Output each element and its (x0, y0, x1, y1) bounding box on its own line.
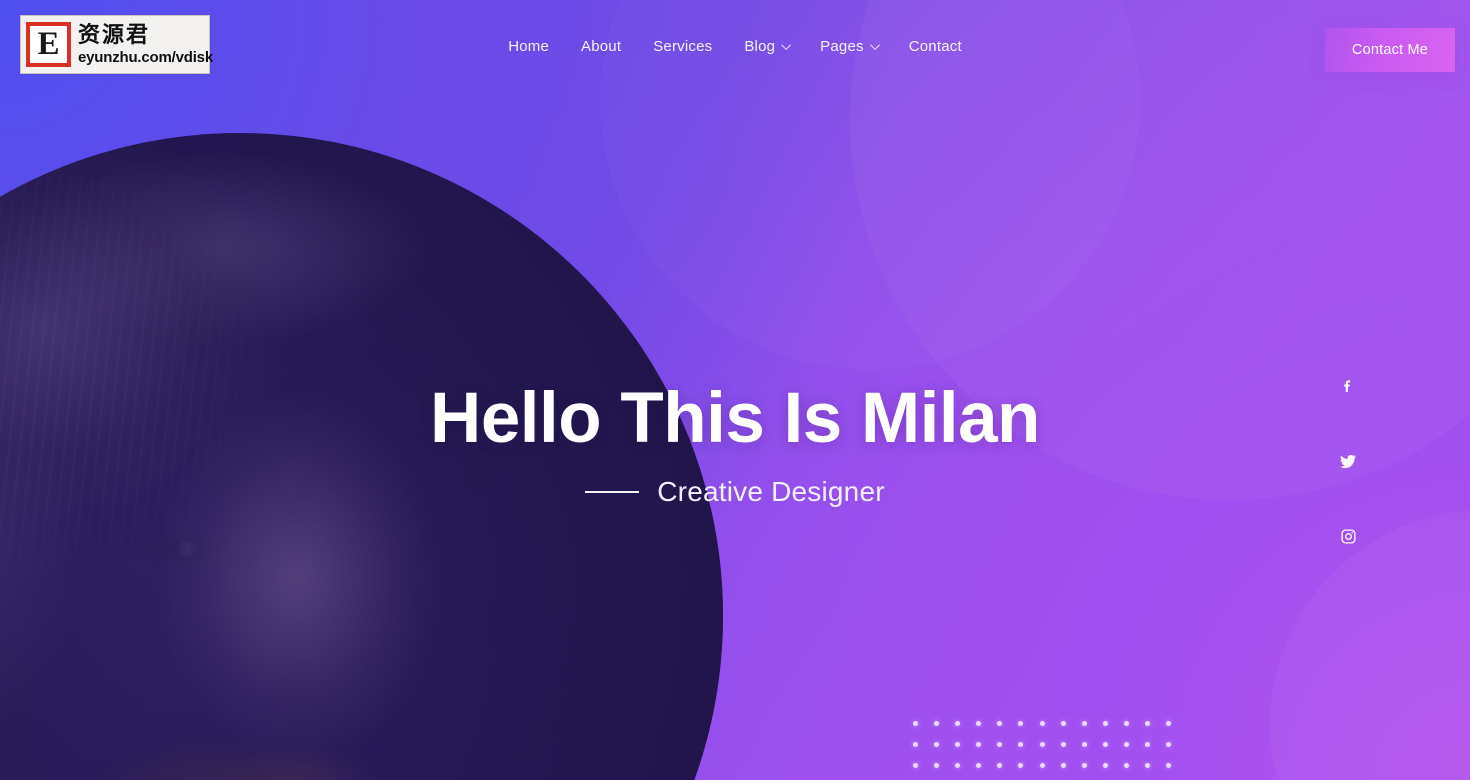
decor-dot (1060, 763, 1066, 768)
nav-item-services[interactable]: Services (637, 38, 728, 55)
decor-dot (976, 742, 982, 747)
decor-dot (1166, 763, 1172, 768)
instagram-icon (1340, 528, 1357, 545)
decor-dot (1123, 721, 1129, 726)
nav-label: Blog (744, 38, 776, 55)
nav-label: Home (508, 38, 549, 55)
decor-dot (1102, 763, 1108, 768)
decor-dot (934, 721, 940, 726)
decor-dot (1102, 721, 1108, 726)
decor-dot (997, 763, 1003, 768)
decor-dot (955, 763, 961, 768)
nav-item-home[interactable]: Home (492, 38, 565, 55)
main-navigation: Home About Services Blog Pages Contact (492, 38, 978, 55)
decor-dot (976, 763, 982, 768)
brand-name-cn: 资源君 (78, 22, 151, 48)
twitter-icon (1339, 452, 1357, 470)
decor-dot (976, 721, 982, 726)
decor-dot (1018, 742, 1024, 747)
contact-me-button[interactable]: Contact Me (1325, 28, 1455, 72)
brand-mark-icon: E (26, 22, 71, 67)
social-links-rail (1332, 371, 1364, 551)
decor-dot (1039, 721, 1045, 726)
social-link-twitter[interactable] (1333, 446, 1363, 476)
decor-dot (913, 742, 918, 747)
decor-dot (1123, 763, 1129, 768)
decor-dot (1166, 742, 1172, 747)
facebook-icon (1340, 378, 1356, 394)
decor-dot (1145, 721, 1151, 726)
nav-label: Services (653, 38, 713, 55)
decor-dot (1145, 763, 1151, 768)
decor-dot (913, 763, 918, 768)
chevron-down-icon (781, 40, 792, 51)
nav-item-contact[interactable]: Contact (893, 38, 978, 55)
decor-dot (955, 742, 961, 747)
decor-dot (934, 763, 940, 768)
chevron-down-icon (869, 40, 880, 51)
decor-dot (1018, 763, 1024, 768)
decor-dot (913, 721, 918, 726)
decor-dot (1081, 721, 1087, 726)
decor-dot (1039, 763, 1045, 768)
decor-dot (1081, 742, 1087, 747)
background-circle-small (1270, 510, 1470, 780)
site-header: E 资源君 eyunzhu.com/vdisk Home About Servi… (0, 0, 1470, 92)
hero-section: E 资源君 eyunzhu.com/vdisk Home About Servi… (0, 0, 1470, 780)
decor-dot (1166, 721, 1172, 726)
nav-label: About (581, 38, 622, 55)
decor-dot (1145, 742, 1151, 747)
hero-portrait (0, 133, 723, 780)
nav-label: Contact (908, 38, 962, 55)
social-link-instagram[interactable] (1333, 521, 1363, 551)
nav-item-blog[interactable]: Blog (728, 38, 804, 55)
decor-dot (1102, 742, 1108, 747)
social-link-facebook[interactable] (1333, 371, 1363, 401)
decor-dot (1039, 742, 1045, 747)
dot-grid-decoration (913, 721, 1187, 780)
brand-logo-watermark[interactable]: E 资源君 eyunzhu.com/vdisk (20, 15, 213, 74)
nav-item-pages[interactable]: Pages (804, 38, 893, 55)
decor-dot (1060, 742, 1066, 747)
decor-dot (1123, 742, 1129, 747)
decor-dot (934, 742, 940, 747)
portrait-purple-tint-secondary (0, 133, 723, 780)
brand-mark-letter: E (37, 26, 60, 62)
decor-dot (997, 721, 1003, 726)
nav-item-about[interactable]: About (565, 38, 637, 55)
decor-dot (997, 742, 1003, 747)
brand-url: eyunzhu.com/vdisk (78, 48, 213, 66)
brand-text: 资源君 eyunzhu.com/vdisk (78, 22, 213, 66)
decor-dot (1081, 763, 1087, 768)
nav-label: Pages (820, 38, 864, 55)
decor-dot (1018, 721, 1024, 726)
decor-dot (955, 721, 961, 726)
decor-dot (1060, 721, 1066, 726)
